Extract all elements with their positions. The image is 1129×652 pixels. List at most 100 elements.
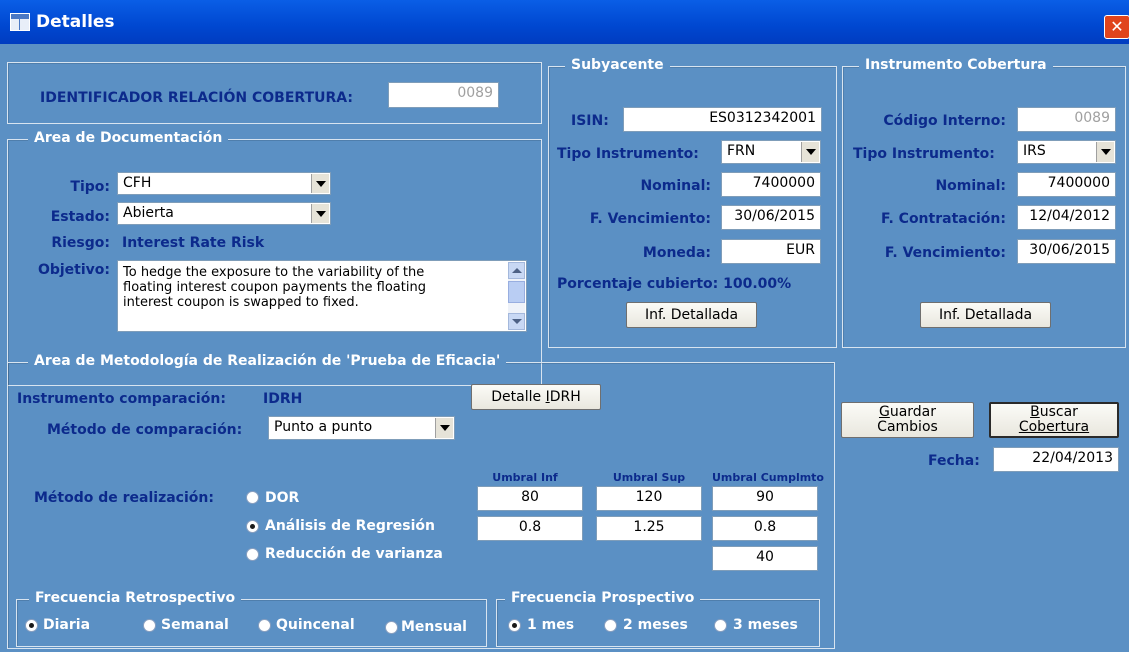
dos-meses-label: 2 meses [623, 617, 688, 633]
isin-label: ISIN: [571, 113, 609, 129]
guardar-line1: Guardar [842, 405, 973, 420]
sub-tipo-select[interactable]: FRN [721, 140, 821, 164]
quincenal-label: Quincenal [276, 617, 355, 633]
diaria-label: Diaria [43, 617, 91, 633]
detalle-idrh-label-part: Detalle [491, 389, 546, 405]
documentacion-legend: Area de Documentación [28, 130, 229, 146]
objetivo-line: interest coupon is swapped to fixed. [123, 295, 359, 310]
sub-nominal-field[interactable]: 7400000 [721, 172, 821, 197]
regresion-radio[interactable] [246, 520, 259, 533]
tres-meses-label: 3 meses [733, 617, 798, 633]
sub-detalle-button[interactable]: Inf. Detallada [626, 302, 757, 328]
id-relacion-label: IDENTIFICADOR RELACIÓN COBERTURA: [40, 90, 353, 106]
detalle-idrh-button[interactable]: Detalle IDRH [471, 384, 601, 410]
instrumento-legend: Instrumento Cobertura [859, 57, 1053, 73]
detalle-idrh-label-part: DRH [549, 389, 581, 405]
regresion-umbral-sup[interactable]: 1.25 [596, 516, 702, 541]
varianza-umbral-cumplmto[interactable]: 40 [712, 546, 818, 571]
metodo-comp-select[interactable]: Punto a punto [268, 416, 455, 440]
scroll-down-icon[interactable] [508, 313, 525, 330]
ins-nominal-field[interactable]: 7400000 [1017, 172, 1116, 197]
objetivo-line: floating interest coupon payments the fl… [123, 280, 426, 295]
contratacion-field[interactable]: 12/04/2012 [1017, 205, 1116, 230]
dialog-client-area: IDENTIFICADOR RELACIÓN COBERTURA: 0089 A… [0, 44, 1129, 652]
ins-tipo-select-value: IRS [1023, 143, 1046, 159]
regresion-umbral-cumplmto[interactable]: 0.8 [712, 516, 818, 541]
ins-vencimiento-label: F. Vencimiento: [884, 245, 1006, 261]
semanal-label: Semanal [161, 617, 229, 633]
metodo-comp-select-value: Punto a punto [274, 419, 373, 435]
umbral-cumplmto-header: Umbral Cumplmto [711, 471, 824, 484]
window-icon [10, 13, 30, 31]
metodologia-legend: Area de Metodología de Realización de 'P… [28, 353, 507, 369]
chevron-down-icon[interactable] [311, 174, 329, 193]
objetivo-label: Objetivo: [37, 262, 110, 278]
regresion-label: Análisis de Regresión [265, 518, 435, 534]
varianza-radio[interactable] [246, 548, 259, 561]
objetivo-scrollbar[interactable] [508, 262, 525, 330]
moneda-field[interactable]: EUR [721, 239, 821, 264]
dor-radio[interactable] [246, 491, 259, 504]
dor-umbral-cumplmto[interactable]: 90 [712, 486, 818, 511]
prospectivo-legend: Frecuencia Prospectivo [505, 590, 701, 606]
contratacion-label: F. Contratación: [880, 211, 1006, 227]
sub-vencimiento-field[interactable]: 30/06/2015 [721, 205, 821, 230]
dos-meses-radio[interactable] [604, 619, 617, 632]
retrospectivo-legend: Frecuencia Retrospectivo [29, 590, 242, 606]
close-button[interactable]: ✕ [1104, 15, 1129, 39]
metodo-comp-label: Método de comparación: [47, 422, 243, 438]
semanal-radio[interactable] [143, 619, 156, 632]
ins-tipo-label: Tipo Instrumento: [853, 146, 995, 162]
buscar-accesskey: B [1030, 404, 1040, 420]
scroll-thumb[interactable] [508, 281, 525, 303]
ins-detalle-button[interactable]: Inf. Detallada [920, 302, 1051, 328]
estado-label: Estado: [50, 209, 110, 225]
moneda-label: Moneda: [642, 245, 711, 261]
estado-select[interactable]: Abierta [117, 202, 331, 225]
ins-vencimiento-field[interactable]: 30/06/2015 [1017, 239, 1116, 264]
buscar-cobertura-button[interactable]: Buscar Cobertura [989, 402, 1119, 438]
scroll-up-icon[interactable] [508, 262, 525, 279]
porcentaje-label: Porcentaje cubierto: 100.00% [557, 276, 792, 292]
chevron-down-icon[interactable] [311, 204, 329, 223]
objetivo-textarea[interactable]: To hedge the exposure to the variability… [117, 260, 527, 332]
dor-umbral-inf[interactable]: 80 [477, 486, 583, 511]
dor-umbral-sup[interactable]: 120 [596, 486, 702, 511]
sub-vencimiento-label: F. Vencimiento: [589, 211, 711, 227]
metodo-real-label: Método de realización: [34, 490, 214, 506]
un-mes-radio[interactable] [508, 619, 521, 632]
regresion-umbral-inf[interactable]: 0.8 [477, 516, 583, 541]
id-relacion-field[interactable]: 0089 [388, 82, 499, 108]
guardar-cambios-button[interactable]: Guardar Cambios [841, 402, 974, 438]
isin-field[interactable]: ES0312342001 [623, 107, 822, 132]
riesgo-value: Interest Rate Risk [122, 235, 265, 251]
guardar-line2: Cambios [877, 419, 938, 435]
tipo-label: Tipo: [70, 179, 110, 195]
estado-select-value: Abierta [123, 205, 174, 221]
tipo-select[interactable]: CFH [117, 172, 331, 195]
ins-nominal-label: Nominal: [935, 178, 1006, 194]
buscar-line1: Buscar [991, 405, 1117, 420]
fecha-field[interactable]: 22/04/2013 [993, 447, 1119, 472]
instrumento-comp-value: IDRH [263, 391, 303, 407]
chevron-down-icon[interactable] [1096, 142, 1114, 162]
mensual-label: Mensual [401, 619, 467, 635]
buscar-line2: Cobertura [1018, 419, 1090, 435]
quincenal-radio[interactable] [258, 619, 271, 632]
chevron-down-icon[interactable] [801, 142, 819, 162]
sub-nominal-label: Nominal: [640, 178, 711, 194]
tipo-select-value: CFH [123, 175, 152, 191]
chevron-down-icon[interactable] [435, 418, 453, 438]
mensual-radio[interactable] [385, 621, 398, 634]
codigo-field[interactable]: 0089 [1017, 107, 1116, 132]
ins-tipo-select[interactable]: IRS [1017, 140, 1116, 164]
umbral-sup-header: Umbral Sup [612, 471, 686, 484]
tres-meses-radio[interactable] [714, 619, 727, 632]
instrumento-comp-label: Instrumento comparación: [17, 391, 226, 407]
sub-tipo-select-value: FRN [727, 143, 756, 159]
subyacente-legend: Subyacente [565, 57, 670, 73]
dor-label: DOR [265, 490, 300, 506]
fecha-label: Fecha: [928, 453, 980, 469]
buscar-label-part: uscar [1039, 404, 1078, 420]
diaria-radio[interactable] [25, 619, 38, 632]
